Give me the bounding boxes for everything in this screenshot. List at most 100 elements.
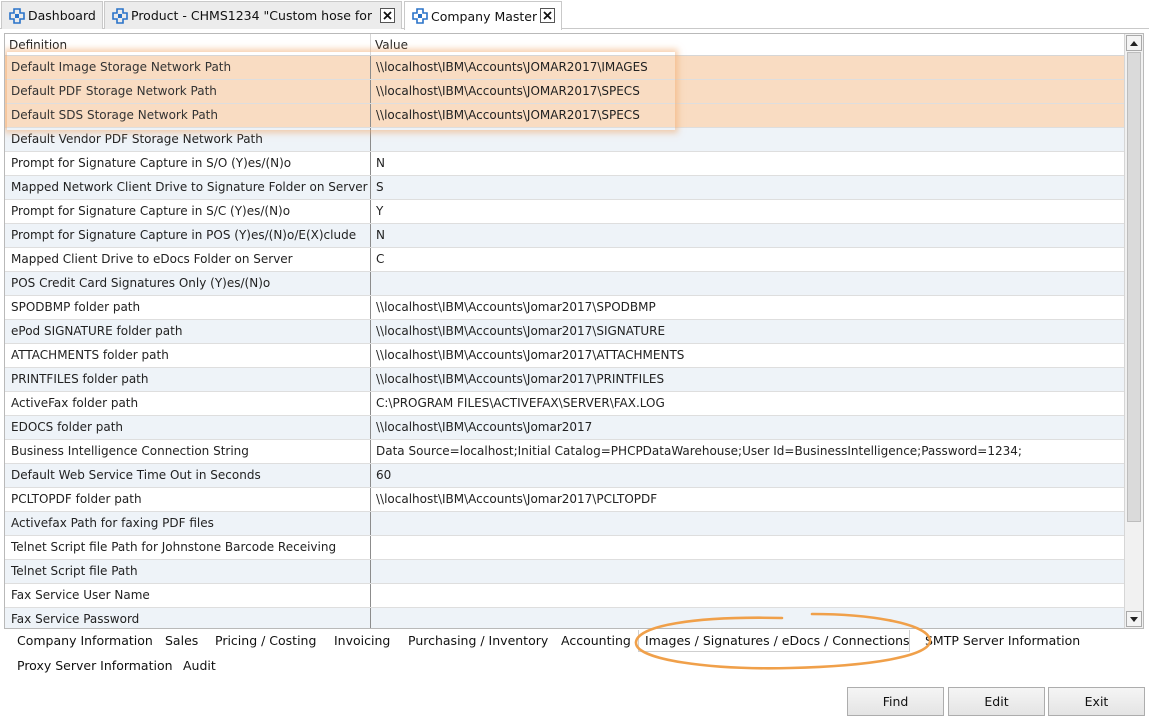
table-row[interactable]: Telnet Script file Path xyxy=(5,560,1124,584)
value-cell[interactable] xyxy=(371,608,1124,628)
table-row[interactable]: PCLTOPDF folder path \\localhost\IBM\Acco… xyxy=(5,488,1124,512)
value-cell[interactable] xyxy=(371,584,1124,607)
value-cell[interactable]: \\localhost\IBM\Accounts\Jomar2017\SPODB… xyxy=(371,296,1124,319)
definition-cell[interactable]: Business Intelligence Connection String xyxy=(5,440,371,463)
tab-images-signatures-edocs-connections[interactable]: Images / Signatures / eDocs / Connection… xyxy=(638,630,910,652)
close-icon[interactable] xyxy=(380,8,395,23)
exit-button[interactable]: Exit xyxy=(1048,687,1145,716)
tab-pricing-costing[interactable]: Pricing / Costing xyxy=(215,630,316,652)
value-cell[interactable]: N xyxy=(371,224,1124,247)
value-cell[interactable]: N xyxy=(371,152,1124,175)
scroll-up-button[interactable] xyxy=(1126,35,1142,51)
definition-cell[interactable]: Default Image Storage Network Path xyxy=(5,56,371,79)
vertical-scrollbar[interactable] xyxy=(1124,34,1143,628)
table-row[interactable]: Default Vendor PDF Storage Network Path xyxy=(5,128,1124,152)
value-cell[interactable] xyxy=(371,536,1124,559)
definition-cell[interactable]: ePod SIGNATURE folder path xyxy=(5,320,371,343)
tab-company-master[interactable]: Company Master xyxy=(404,1,562,30)
value-cell[interactable] xyxy=(371,272,1124,295)
table-row[interactable]: Default Web Service Time Out in Seconds 6… xyxy=(5,464,1124,488)
table-row[interactable]: Fax Service Password xyxy=(5,608,1124,628)
table-row[interactable]: Business Intelligence Connection String D… xyxy=(5,440,1124,464)
table-row[interactable]: Prompt for Signature Capture in S/C (Y)e… xyxy=(5,200,1124,224)
definition-cell[interactable]: Mapped Network Client Drive to Signature… xyxy=(5,176,371,199)
tab-purchasing-inventory[interactable]: Purchasing / Inventory xyxy=(408,630,548,652)
table-row[interactable]: Mapped Client Drive to eDocs Folder on S… xyxy=(5,248,1124,272)
edit-button[interactable]: Edit xyxy=(948,687,1045,716)
value-cell[interactable]: 60 xyxy=(371,464,1124,487)
tab-company-information[interactable]: Company Information xyxy=(17,630,153,652)
definition-cell[interactable]: Prompt for Signature Capture in S/C (Y)e… xyxy=(5,200,371,223)
value-cell[interactable]: Data Source=localhost;Initial Catalog=PH… xyxy=(371,440,1124,463)
value-cell[interactable]: \\localhost\IBM\Accounts\Jomar2017 xyxy=(371,416,1124,439)
definition-cell[interactable]: Default Web Service Time Out in Seconds xyxy=(5,464,371,487)
value-cell[interactable]: \\localhost\IBM\Accounts\JOMAR2017\IMAGE… xyxy=(371,56,1124,79)
table-row[interactable]: Prompt for Signature Capture in S/O (Y)e… xyxy=(5,152,1124,176)
value-cell[interactable]: C:\PROGRAM FILES\ACTIVEFAX\SERVER\FAX.LO… xyxy=(371,392,1124,415)
tab-audit[interactable]: Audit xyxy=(183,655,216,677)
module-icon xyxy=(412,8,428,24)
definition-cell[interactable]: PRINTFILES folder path xyxy=(5,368,371,391)
column-header-value[interactable]: Value xyxy=(371,34,1124,56)
table-row[interactable]: Fax Service User Name xyxy=(5,584,1124,608)
value-cell[interactable] xyxy=(371,512,1124,535)
definition-cell[interactable]: Fax Service User Name xyxy=(5,584,371,607)
tab-dashboard[interactable]: Dashboard xyxy=(1,1,103,29)
table-row[interactable]: Mapped Network Client Drive to Signature… xyxy=(5,176,1124,200)
definition-cell[interactable]: POS Credit Card Signatures Only (Y)es/(N… xyxy=(5,272,371,295)
tab-sales[interactable]: Sales xyxy=(165,630,198,652)
definition-cell[interactable]: Telnet Script file Path xyxy=(5,560,371,583)
settings-grid[interactable]: Definition Value Default Image Storage N… xyxy=(4,33,1144,629)
value-cell[interactable]: \\localhost\IBM\Accounts\Jomar2017\PRINT… xyxy=(371,368,1124,391)
definition-cell[interactable]: ActiveFax folder path xyxy=(5,392,371,415)
value-cell[interactable]: S xyxy=(371,176,1124,199)
table-row[interactable]: ePod SIGNATURE folder path \\localhost\IB… xyxy=(5,320,1124,344)
value-cell[interactable]: \\localhost\IBM\Accounts\Jomar2017\SIGNA… xyxy=(371,320,1124,343)
value-cell[interactable]: Y xyxy=(371,200,1124,223)
table-row[interactable]: Default Image Storage Network Path \\loca… xyxy=(5,56,1124,80)
table-row[interactable]: Activefax Path for faxing PDF files xyxy=(5,512,1124,536)
definition-cell[interactable]: ATTACHMENTS folder path xyxy=(5,344,371,367)
definition-cell[interactable]: Prompt for Signature Capture in S/O (Y)e… xyxy=(5,152,371,175)
value-cell[interactable]: \\localhost\IBM\Accounts\Jomar2017\ATTAC… xyxy=(371,344,1124,367)
tab-smtp-server-information[interactable]: SMTP Server Information xyxy=(925,630,1080,652)
definition-cell[interactable]: Default SDS Storage Network Path xyxy=(5,104,371,127)
table-row[interactable]: Default SDS Storage Network Path \\localh… xyxy=(5,104,1124,128)
tab-invoicing[interactable]: Invoicing xyxy=(334,630,390,652)
definition-cell[interactable]: Activefax Path for faxing PDF files xyxy=(5,512,371,535)
definition-cell[interactable]: SPODBMP folder path xyxy=(5,296,371,319)
tab-accounting[interactable]: Accounting xyxy=(561,630,631,652)
scroll-down-button[interactable] xyxy=(1126,611,1142,627)
definition-cell[interactable]: PCLTOPDF folder path xyxy=(5,488,371,511)
value-cell[interactable]: \\localhost\IBM\Accounts\Jomar2017\PCLTO… xyxy=(371,488,1124,511)
tab-product[interactable]: Product - CHMS1234 "Custom hose for xyxy=(104,1,402,29)
table-row[interactable]: Default PDF Storage Network Path \\localh… xyxy=(5,80,1124,104)
table-row[interactable]: ActiveFax folder path C:\PROGRAM FILES\AC… xyxy=(5,392,1124,416)
find-button[interactable]: Find xyxy=(847,687,944,716)
table-row[interactable]: POS Credit Card Signatures Only (Y)es/(N… xyxy=(5,272,1124,296)
definition-cell[interactable]: Default PDF Storage Network Path xyxy=(5,80,371,103)
definition-cell[interactable]: Prompt for Signature Capture in POS (Y)e… xyxy=(5,224,371,247)
definition-cell[interactable]: Default Vendor PDF Storage Network Path xyxy=(5,128,371,151)
scrollbar-thumb[interactable] xyxy=(1127,52,1141,522)
column-header-definition[interactable]: Definition xyxy=(5,34,371,56)
table-row[interactable]: Telnet Script file Path for Johnstone Ba… xyxy=(5,536,1124,560)
close-icon[interactable] xyxy=(540,8,555,23)
value-cell[interactable]: C xyxy=(371,248,1124,271)
arrow-down-icon xyxy=(1130,616,1138,622)
tab-proxy-server-information[interactable]: Proxy Server Information xyxy=(17,655,173,677)
definition-cell[interactable]: EDOCS folder path xyxy=(5,416,371,439)
definition-cell[interactable]: Telnet Script file Path for Johnstone Ba… xyxy=(5,536,371,559)
value-cell[interactable] xyxy=(371,128,1124,151)
table-row[interactable]: SPODBMP folder path \\localhost\IBM\Accou… xyxy=(5,296,1124,320)
value-cell[interactable]: \\localhost\IBM\Accounts\JOMAR2017\SPECS xyxy=(371,80,1124,103)
definition-cell[interactable]: Fax Service Password xyxy=(5,608,371,628)
table-row[interactable]: EDOCS folder path \\localhost\IBM\Account… xyxy=(5,416,1124,440)
definition-cell[interactable]: Mapped Client Drive to eDocs Folder on S… xyxy=(5,248,371,271)
value-cell[interactable]: \\localhost\IBM\Accounts\JOMAR2017\SPECS xyxy=(371,104,1124,127)
module-icon xyxy=(9,7,25,24)
value-cell[interactable] xyxy=(371,560,1124,583)
table-row[interactable]: Prompt for Signature Capture in POS (Y)e… xyxy=(5,224,1124,248)
table-row[interactable]: PRINTFILES folder path \\localhost\IBM\Ac… xyxy=(5,368,1124,392)
table-row[interactable]: ATTACHMENTS folder path \\localhost\IBM\A… xyxy=(5,344,1124,368)
